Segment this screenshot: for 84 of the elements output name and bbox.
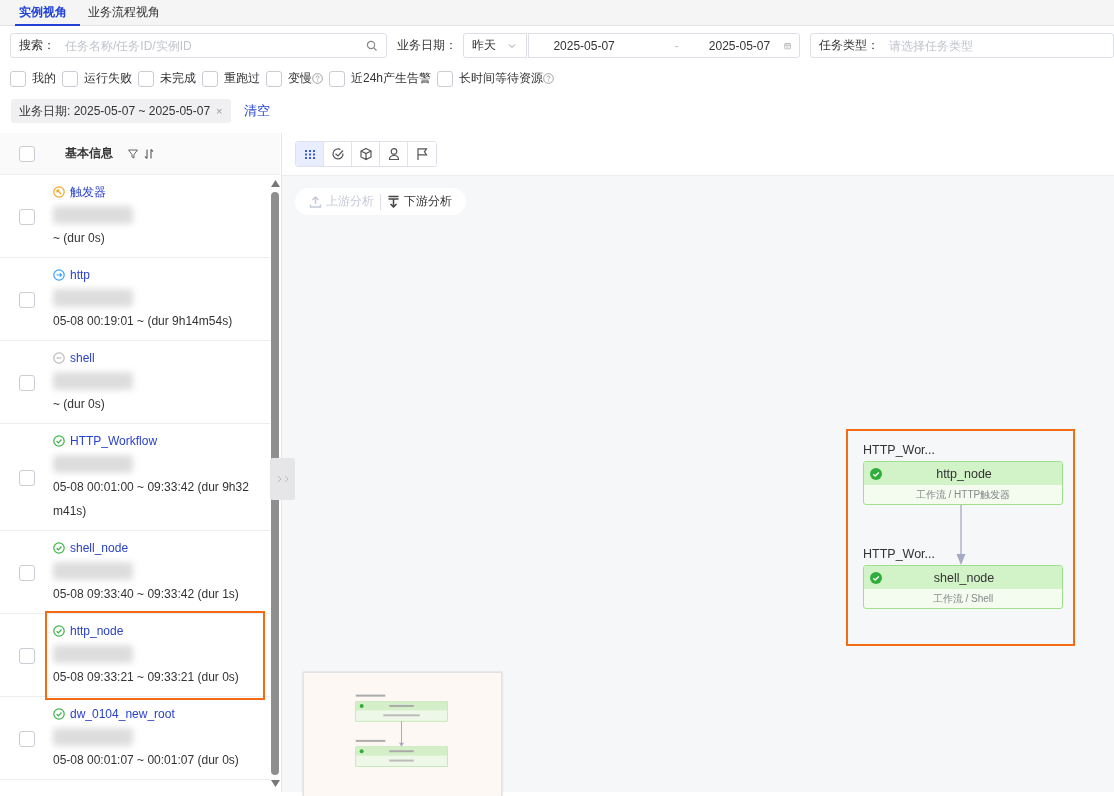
checkbox[interactable] bbox=[19, 208, 35, 225]
date-range-field[interactable]: 2025-05-07 - 2025-05-07 bbox=[528, 33, 801, 58]
collapse-handle[interactable] bbox=[270, 458, 295, 500]
run-time: 05-08 00:01:07 ~ 00:01:07 (dur 0s) bbox=[53, 752, 240, 769]
checkbox[interactable] bbox=[19, 564, 35, 581]
task-link[interactable]: dw_0104_new_root bbox=[70, 707, 175, 721]
person-icon bbox=[386, 147, 401, 161]
checkbox[interactable] bbox=[19, 145, 35, 162]
upload-icon bbox=[309, 195, 322, 208]
minimap-drawing[interactable] bbox=[303, 672, 502, 796]
run-time: 05-08 00:19:01 ~ (dur 9h14m54s) bbox=[53, 313, 234, 330]
task-link[interactable]: shell bbox=[70, 351, 95, 365]
task-link[interactable]: 触发器 bbox=[70, 183, 106, 201]
scrollbar-thumb[interactable] bbox=[271, 192, 279, 775]
filter-icon[interactable] bbox=[127, 147, 139, 160]
checkbox[interactable] bbox=[19, 730, 35, 747]
task-link[interactable]: shell_node bbox=[70, 541, 129, 555]
checkbox[interactable] bbox=[62, 70, 78, 87]
downstream-button[interactable]: 下游分析 bbox=[387, 193, 452, 210]
task-type-input[interactable]: 请选择任务类型 bbox=[887, 37, 1105, 54]
checkbox[interactable] bbox=[329, 70, 345, 87]
view-tab[interactable]: 实例视角 bbox=[15, 0, 80, 26]
cube-icon bbox=[358, 147, 373, 161]
task-link[interactable]: http_node bbox=[70, 624, 124, 638]
checkbox[interactable] bbox=[19, 647, 35, 664]
download-icon bbox=[387, 195, 400, 208]
minus-circle-icon bbox=[53, 352, 65, 364]
grid-icon bbox=[302, 147, 317, 161]
filter-tag-label: 业务日期: 2025-05-07 ~ 2025-05-07 bbox=[19, 102, 211, 120]
check-circle-icon bbox=[53, 708, 65, 720]
task-type-select[interactable]: 任务类型： 请选择任务类型 bbox=[810, 33, 1114, 58]
filter-label[interactable]: 我的 bbox=[32, 70, 56, 87]
task-link[interactable]: http bbox=[70, 268, 90, 282]
task-link[interactable]: HTTP_Workflow bbox=[70, 434, 158, 448]
filter-label[interactable]: 长时间等待资源 bbox=[459, 70, 544, 87]
scroll-down-icon[interactable] bbox=[270, 780, 280, 787]
run-time: 05-08 09:33:40 ~ 09:33:42 (dur 1s) bbox=[53, 586, 240, 603]
flag-icon bbox=[415, 147, 429, 161]
checkbox[interactable] bbox=[266, 70, 282, 87]
checkbox[interactable] bbox=[202, 70, 218, 87]
group-label: HTTP_Wor... bbox=[863, 443, 935, 457]
checkbox[interactable] bbox=[19, 469, 35, 486]
field-label: 搜索： bbox=[19, 37, 55, 54]
filter-label[interactable]: 未完成 bbox=[160, 70, 196, 87]
view-tab[interactable]: 业务流程视角 bbox=[84, 0, 173, 26]
checkbox[interactable] bbox=[138, 70, 154, 87]
check-circle-icon bbox=[330, 147, 345, 161]
run-time: 05-08 09:33:21 ~ 09:33:21 (dur 0s) bbox=[53, 669, 240, 686]
date-preset-select[interactable]: 昨天 bbox=[463, 33, 528, 58]
search-input[interactable]: 任务名称/任务ID/实例ID bbox=[63, 37, 363, 54]
sort-icon[interactable] bbox=[143, 147, 155, 160]
search-field[interactable]: 搜索： 任务名称/任务ID/实例ID bbox=[10, 33, 388, 58]
date-label: 业务日期： bbox=[397, 37, 458, 54]
run-time: ~ (dur 0s) bbox=[53, 230, 106, 247]
clear-link[interactable]: 清空 bbox=[243, 102, 270, 120]
check-circle-icon bbox=[53, 625, 65, 637]
checkbox[interactable] bbox=[10, 70, 26, 87]
filter-label[interactable]: 变慢 bbox=[288, 70, 312, 87]
checkbox[interactable] bbox=[19, 291, 35, 308]
field-label: 任务类型： bbox=[819, 37, 880, 54]
graph-node[interactable]: http_node 工作流 / HTTP触发器 bbox=[863, 461, 1063, 505]
search-icon[interactable] bbox=[366, 39, 379, 52]
cursor-circle-icon bbox=[53, 186, 65, 198]
help-icon[interactable] bbox=[312, 73, 323, 84]
view-button[interactable] bbox=[296, 142, 324, 166]
run-time: ~ (dur 0s) bbox=[53, 396, 106, 413]
checkbox[interactable] bbox=[437, 70, 454, 87]
scroll-up-icon[interactable] bbox=[270, 180, 280, 187]
double-chevron-icon bbox=[275, 475, 290, 483]
check-circle-icon bbox=[53, 542, 65, 554]
arrow-circle-icon bbox=[53, 269, 65, 281]
check-circle-icon bbox=[870, 467, 882, 480]
graph-node[interactable]: shell_node 工作流 / Shell bbox=[863, 565, 1063, 609]
checkbox[interactable] bbox=[19, 374, 35, 391]
filter-label[interactable]: 运行失败 bbox=[84, 70, 132, 87]
run-time: 05-08 00:01:00 ~ 09:33:42 (dur 9h32m41s) bbox=[53, 479, 250, 520]
help-icon[interactable] bbox=[543, 73, 555, 84]
edge-arrow bbox=[955, 505, 967, 565]
check-circle-icon bbox=[870, 571, 882, 584]
filter-label[interactable]: 重跑过 bbox=[224, 70, 260, 87]
filter-label[interactable]: 近24h产生告警 bbox=[351, 70, 432, 87]
group-label: HTTP_Wor... bbox=[863, 547, 935, 561]
check-circle-icon bbox=[53, 435, 65, 447]
column-title: 基本信息 bbox=[65, 145, 113, 162]
